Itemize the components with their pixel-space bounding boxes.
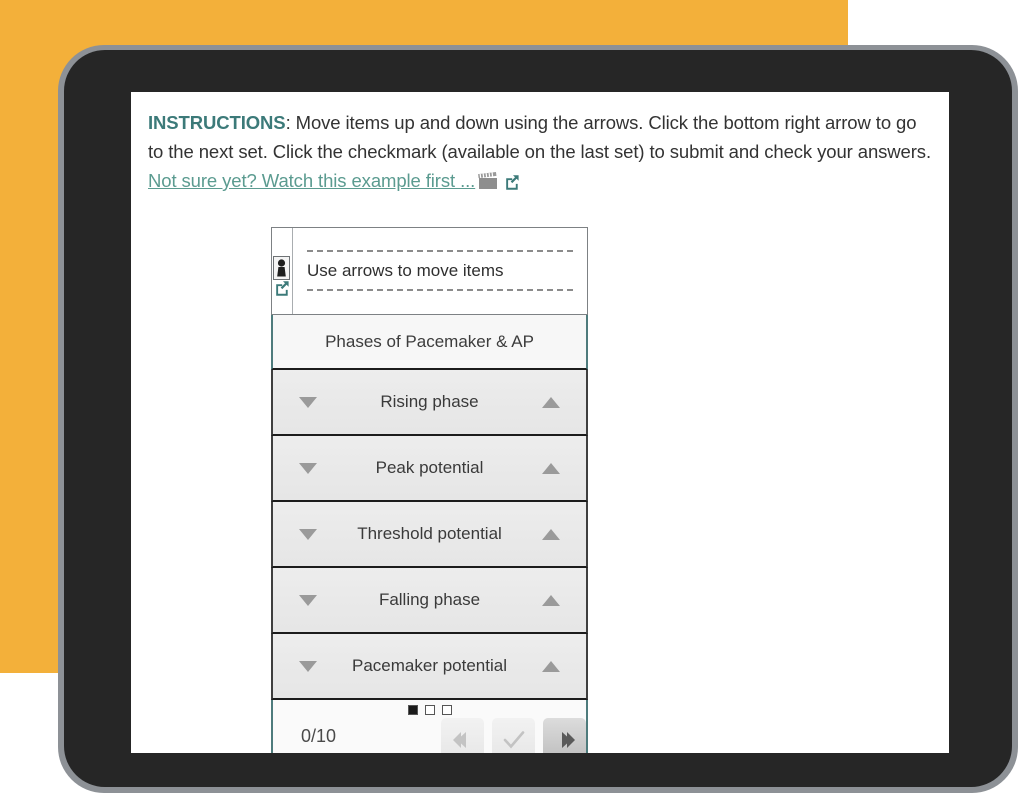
sorting-activity-widget: Use arrows to move items Phases of Pacem… (271, 227, 588, 753)
prompt-text: Use arrows to move items (307, 261, 504, 280)
sortable-item-label: Peak potential (375, 458, 484, 477)
instructions-label: INSTRUCTIONS (148, 112, 286, 133)
sortable-item-label: Pacemaker potential (352, 656, 507, 675)
tablet-screen-content: INSTRUCTIONS: Move items up and down usi… (131, 92, 949, 753)
arrow-down-icon[interactable] (297, 391, 319, 413)
instructions-separator: : (285, 112, 296, 133)
prompt-external-link-icon[interactable] (274, 280, 290, 301)
arrow-down-icon[interactable] (297, 655, 319, 677)
arrow-down-icon[interactable] (297, 523, 319, 545)
arrow-left-icon (452, 732, 466, 748)
prompt-box: Use arrows to move items (271, 227, 588, 315)
pagination-square-3[interactable] (441, 705, 452, 715)
arrow-up-icon[interactable] (540, 523, 562, 545)
previous-set-button[interactable] (441, 718, 484, 753)
prompt-bottom-divider (307, 289, 573, 292)
arrow-down-icon[interactable] (297, 589, 319, 611)
screenshot-root: INSTRUCTIONS: Move items up and down usi… (0, 0, 1024, 800)
arrow-down-icon[interactable] (297, 457, 319, 479)
sortable-item-row[interactable]: Threshold potential (271, 502, 588, 568)
score-display: 0/10 (301, 726, 337, 746)
checkmark-icon (503, 731, 524, 749)
pagination-square-1[interactable] (407, 705, 418, 715)
submit-check-button[interactable] (492, 718, 535, 753)
widget-footer: 0/10 (271, 700, 588, 753)
clapperboard-icon[interactable] (477, 170, 499, 199)
sortable-item-row[interactable]: Falling phase (271, 568, 588, 634)
person-silhouette-icon[interactable] (273, 256, 290, 280)
external-link-icon[interactable] (504, 169, 520, 198)
prompt-top-divider (307, 250, 573, 253)
arrow-up-icon[interactable] (540, 457, 562, 479)
set-pagination (273, 705, 586, 715)
prompt-body: Use arrows to move items (293, 228, 587, 314)
watch-example-link-text: Not sure yet? Watch this example first .… (148, 170, 476, 191)
prompt-gutter (272, 228, 293, 314)
sortable-item-label: Rising phase (380, 392, 479, 411)
set-title: Phases of Pacemaker & AP (271, 315, 588, 370)
sortable-item-label: Threshold potential (357, 524, 502, 543)
instructions-paragraph: INSTRUCTIONS: Move items up and down usi… (148, 108, 933, 199)
arrow-up-icon[interactable] (540, 589, 562, 611)
sortable-item-row[interactable]: Pacemaker potential (271, 634, 588, 700)
watch-example-link[interactable]: Not sure yet? Watch this example first .… (148, 170, 475, 191)
next-set-button[interactable] (543, 718, 586, 753)
pagination-square-2[interactable] (424, 705, 435, 715)
sortable-item-row[interactable]: Peak potential (271, 436, 588, 502)
arrow-up-icon[interactable] (540, 655, 562, 677)
arrow-up-icon[interactable] (540, 391, 562, 413)
sortable-item-row[interactable]: Rising phase (271, 370, 588, 436)
arrow-right-icon (561, 732, 575, 748)
sortable-item-label: Falling phase (378, 590, 481, 609)
footer-button-group (441, 718, 586, 753)
